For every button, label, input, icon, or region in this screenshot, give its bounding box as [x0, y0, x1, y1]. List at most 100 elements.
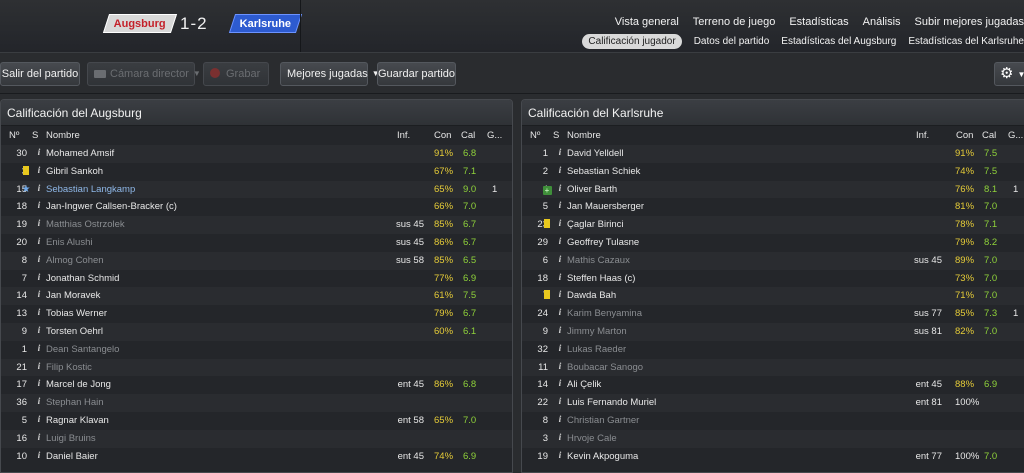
table-row[interactable]: 30 i Mohamed Amsif 91% 6.8 — [1, 145, 512, 163]
col-g[interactable]: G... — [487, 126, 502, 145]
info-icon[interactable]: i — [35, 448, 43, 466]
table-row[interactable]: 9 i Jimmy Marton sus 81 82% 7.0 — [522, 322, 1024, 341]
info-icon[interactable]: i — [556, 163, 564, 181]
info-icon[interactable]: i — [35, 181, 43, 199]
player-name[interactable]: Gibril Sankoh — [46, 163, 103, 181]
table-row[interactable]: 16 i Luigi Bruins — [1, 429, 512, 448]
table-row[interactable]: 9 i Torsten Oehrl 60% 6.1 — [1, 322, 512, 341]
col-cal[interactable]: Cal — [461, 126, 475, 145]
exit-match-button[interactable]: Salir del partido — [0, 62, 80, 86]
info-icon[interactable]: i — [35, 376, 43, 394]
info-icon[interactable]: i — [556, 430, 564, 448]
nav-pitch[interactable]: Terreno de juego — [693, 16, 776, 28]
table-row[interactable]: 19 i Kevin Akpoguma ent 77 100% 7.0 — [522, 448, 1024, 466]
info-icon[interactable]: i — [556, 287, 564, 305]
settings-button[interactable]: ⚙ ▼ — [994, 62, 1024, 86]
player-name[interactable]: Sebastian Schiek — [567, 163, 640, 181]
info-icon[interactable]: i — [35, 430, 43, 448]
nav-upload-highlights[interactable]: Subir mejores jugadas — [915, 16, 1024, 28]
player-name[interactable]: Luis Fernando Muriel — [567, 394, 656, 412]
col-no[interactable]: Nº — [530, 126, 540, 145]
highlights-button[interactable]: Mejores jugadas ▼ — [280, 62, 380, 86]
table-row[interactable]: 14 i Jan Moravek 61% 7.5 — [1, 287, 512, 306]
player-name[interactable]: Jimmy Marton — [567, 323, 627, 341]
info-icon[interactable]: i — [556, 323, 564, 341]
player-name[interactable]: Jan-Ingwer Callsen-Bracker (c) — [46, 198, 177, 216]
table-row[interactable]: 7 i Jonathan Schmid 77% 6.9 — [1, 270, 512, 288]
player-name[interactable]: Marcel de Jong — [46, 376, 111, 394]
table-row[interactable]: 18 i Jan-Ingwer Callsen-Bracker (c) 66% 7.0 — [1, 198, 512, 216]
table-row[interactable]: 4+iOliver Barth76%8.11 — [522, 180, 1024, 199]
player-name[interactable]: Daniel Baier — [46, 448, 98, 466]
info-icon[interactable]: i — [35, 163, 43, 181]
player-name[interactable]: Luigi Bruins — [46, 430, 96, 448]
info-icon[interactable]: i — [35, 198, 43, 216]
table-row[interactable]: 5 i Ragnar Klavan ent 58 65% 7.0 — [1, 412, 512, 430]
col-s[interactable]: S — [32, 126, 38, 145]
info-icon[interactable]: i — [556, 305, 564, 323]
info-icon[interactable]: i — [35, 216, 43, 234]
player-name[interactable]: Stephan Hain — [46, 394, 104, 412]
info-icon[interactable]: i — [556, 448, 564, 466]
col-cal[interactable]: Cal — [982, 126, 996, 145]
info-icon[interactable]: i — [35, 145, 43, 163]
info-icon[interactable]: i — [35, 394, 43, 412]
info-icon[interactable]: i — [35, 412, 43, 430]
col-g[interactable]: G... — [1008, 126, 1023, 145]
player-name[interactable]: Oliver Barth — [567, 181, 617, 199]
table-row[interactable]: 21 i Filip Kostic — [1, 358, 512, 377]
player-name[interactable]: Tobias Werner — [46, 305, 107, 323]
table-row[interactable]: 17 i Marcel de Jong ent 45 86% 6.8 — [1, 376, 512, 394]
table-row[interactable]: 14 i Ali Çelik ent 45 88% 6.9 — [522, 376, 1024, 394]
tab-match-data[interactable]: Datos del partido — [694, 34, 770, 49]
info-icon[interactable]: i — [556, 341, 564, 359]
info-icon[interactable]: i — [556, 234, 564, 252]
tab-away-stats[interactable]: Estadísticas del Karlsruhe — [908, 34, 1024, 49]
info-icon[interactable]: i — [35, 341, 43, 359]
player-name[interactable]: Geoffrey Tulasne — [567, 234, 639, 252]
player-name[interactable]: Ali Çelik — [567, 376, 601, 394]
tab-home-stats[interactable]: Estadísticas del Augsburg — [781, 34, 896, 49]
nav-analysis[interactable]: Análisis — [863, 16, 901, 28]
table-row[interactable]: 6 i Mathis Cazaux sus 45 89% 7.0 — [522, 251, 1024, 270]
save-match-button[interactable]: Guardar partido — [377, 62, 456, 86]
info-icon[interactable]: i — [35, 359, 43, 377]
col-name[interactable]: Nombre — [46, 126, 80, 145]
player-name[interactable]: Hrvoje Cale — [567, 430, 617, 448]
player-name[interactable]: Çaglar Birinci — [567, 216, 624, 234]
player-name[interactable]: David Yelldell — [567, 145, 624, 163]
player-name[interactable]: Boubacar Sanogo — [567, 359, 643, 377]
player-name[interactable]: Ragnar Klavan — [46, 412, 109, 430]
nav-stats[interactable]: Estadísticas — [789, 16, 848, 28]
player-name[interactable]: Mohamed Amsif — [46, 145, 114, 163]
table-row[interactable]: 20 i Enis Alushi sus 45 86% 6.7 — [1, 234, 512, 252]
record-button[interactable]: Grabar — [203, 62, 269, 86]
col-no[interactable]: Nº — [9, 126, 19, 145]
player-name[interactable]: Enis Alushi — [46, 234, 92, 252]
player-name[interactable]: Jan Mauersberger — [567, 198, 644, 216]
player-name[interactable]: Kevin Akpoguma — [567, 448, 638, 466]
player-name[interactable]: Filip Kostic — [46, 359, 92, 377]
table-row[interactable]: 10 i Daniel Baier ent 45 74% 6.9 — [1, 448, 512, 466]
col-name[interactable]: Nombre — [567, 126, 601, 145]
info-icon[interactable]: i — [35, 305, 43, 323]
player-name[interactable]: Dawda Bah — [567, 287, 616, 305]
player-name[interactable]: Christian Gartner — [567, 412, 639, 430]
director-camera-button[interactable]: Cámara director ▼ — [87, 62, 201, 86]
table-row[interactable]: 1 i Dean Santangelo — [1, 341, 512, 359]
info-icon[interactable]: i — [35, 252, 43, 270]
table-row[interactable]: 7iDawda Bah71%7.0 — [522, 287, 1024, 306]
nav-overview[interactable]: Vista general — [615, 16, 679, 28]
table-row[interactable]: 19 i Matthias Ostrzolek sus 45 85% 6.7 — [1, 216, 512, 234]
info-icon[interactable]: i — [556, 216, 564, 234]
table-row[interactable]: 8 i Christian Gartner — [522, 412, 1024, 430]
player-name[interactable]: Dean Santangelo — [46, 341, 119, 359]
table-row[interactable]: 32 i Lukas Raeder — [522, 341, 1024, 359]
info-icon[interactable]: i — [35, 287, 43, 305]
col-s[interactable]: S — [553, 126, 559, 145]
player-name[interactable]: Steffen Haas (c) — [567, 270, 635, 288]
col-inf[interactable]: Inf. — [397, 126, 410, 145]
info-icon[interactable]: i — [556, 145, 564, 163]
table-row[interactable]: 1 i David Yelldell 91% 7.5 — [522, 145, 1024, 163]
info-icon[interactable]: i — [35, 270, 43, 288]
